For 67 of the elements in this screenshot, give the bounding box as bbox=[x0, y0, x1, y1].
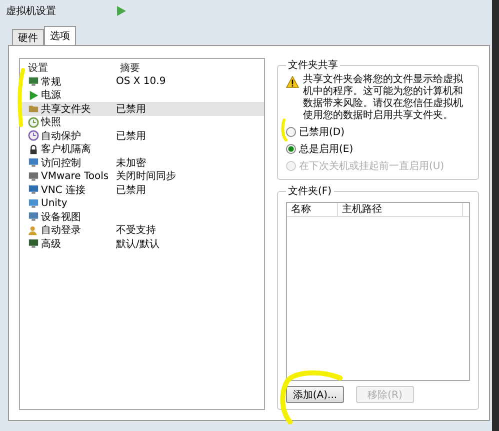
column-header[interactable]: 摘要 bbox=[116, 61, 140, 75]
setting-name: 快照 bbox=[41, 116, 61, 130]
tab[interactable]: 硬件 bbox=[12, 29, 44, 45]
setting-name: 客户机隔离 bbox=[41, 142, 91, 156]
setting-name: 共享文件夹 bbox=[41, 102, 91, 116]
settings-row[interactable]: 自动登录 不受支持 bbox=[20, 224, 264, 237]
monitor-icon bbox=[28, 198, 39, 209]
setting-summary: 关闭时间同步 bbox=[116, 170, 176, 184]
setting-summary: 未加密 bbox=[116, 156, 146, 170]
column-header[interactable]: 名称 bbox=[287, 203, 338, 216]
monitor-icon bbox=[28, 238, 39, 250]
setting-name: VMware Tools bbox=[41, 170, 109, 182]
setting-name: 常规 bbox=[41, 76, 61, 89]
settings-row[interactable]: 常规 OS X 10.9 bbox=[20, 75, 264, 88]
radio-button[interactable] bbox=[286, 127, 296, 137]
monitor-icon bbox=[28, 157, 39, 168]
setting-summary: 不受支持 bbox=[116, 224, 156, 238]
monitor-icon bbox=[28, 76, 39, 88]
lock-icon bbox=[28, 144, 39, 155]
setting-name: Unity bbox=[41, 198, 68, 209]
warning-text: 共享文件夹会将您的文件显示给虚拟机中的程序。这可能为您的计算机和数据带来风险。请仅在您信任虚拟机使用您的数据时启用共享文件夹。 bbox=[303, 74, 463, 122]
group-title: 文件夹共享 bbox=[287, 58, 339, 72]
settings-row[interactable]: 客户机隔离 bbox=[20, 142, 264, 156]
play-icon bbox=[28, 90, 39, 101]
radio-option[interactable]: 总是启用(E) bbox=[286, 142, 470, 156]
radio-button[interactable] bbox=[286, 144, 296, 154]
play-icon[interactable] bbox=[116, 6, 126, 16]
settings-row[interactable]: 共享文件夹 已禁用 bbox=[20, 102, 264, 116]
settings-row[interactable]: 访问控制 未加密 bbox=[20, 156, 264, 170]
settings-row[interactable]: 快照 bbox=[20, 116, 264, 129]
monitor-icon bbox=[28, 211, 39, 222]
highlighter-mark bbox=[280, 370, 342, 424]
column-header[interactable]: 主机路径 bbox=[338, 203, 463, 216]
setting-name: 自动登录 bbox=[41, 224, 81, 238]
setting-name: 自动保护 bbox=[41, 130, 81, 143]
settings-row[interactable]: VMware Tools 关闭时间同步 bbox=[20, 170, 264, 183]
folder-icon bbox=[28, 103, 39, 114]
setting-summary: 已禁用 bbox=[116, 102, 146, 116]
user-icon bbox=[28, 224, 39, 236]
settings-row[interactable]: 高级 默认/默认 bbox=[20, 237, 264, 250]
clock-icon bbox=[28, 116, 39, 128]
highlighter-mark bbox=[18, 68, 25, 127]
add-button[interactable]: 添加(A)... bbox=[286, 386, 344, 403]
setting-summary: 已禁用 bbox=[116, 184, 146, 197]
monitor-icon bbox=[28, 184, 39, 196]
settings-row[interactable]: 电源 bbox=[20, 88, 264, 102]
warning-icon bbox=[286, 76, 299, 88]
tab[interactable]: 选项 bbox=[44, 26, 76, 45]
settings-row[interactable]: 自动保护 已禁用 bbox=[20, 129, 264, 142]
setting-name: 高级 bbox=[41, 238, 61, 251]
settings-row[interactable]: VNC 连接 已禁用 bbox=[20, 183, 264, 196]
setting-summary: 已禁用 bbox=[116, 130, 146, 143]
setting-summary: OS X 10.9 bbox=[116, 76, 166, 88]
radio-option[interactable]: 已禁用(D) bbox=[286, 125, 470, 139]
settings-row[interactable]: 设备视图 bbox=[20, 210, 264, 224]
setting-summary: 默认/默认 bbox=[116, 238, 160, 251]
setting-name: 电源 bbox=[41, 88, 61, 102]
column-header[interactable]: 设置 bbox=[20, 61, 116, 75]
settings-row[interactable]: Unity bbox=[20, 196, 264, 210]
monitor-icon bbox=[28, 170, 39, 182]
setting-name: 访问控制 bbox=[41, 156, 81, 170]
setting-name: VNC 连接 bbox=[41, 184, 86, 197]
clock-icon bbox=[28, 130, 39, 142]
setting-name: 设备视图 bbox=[41, 210, 81, 224]
window-title: 虚拟机设置 bbox=[6, 4, 56, 18]
highlighter-mark bbox=[281, 118, 288, 142]
group-title: 文件夹(F) bbox=[287, 184, 333, 198]
